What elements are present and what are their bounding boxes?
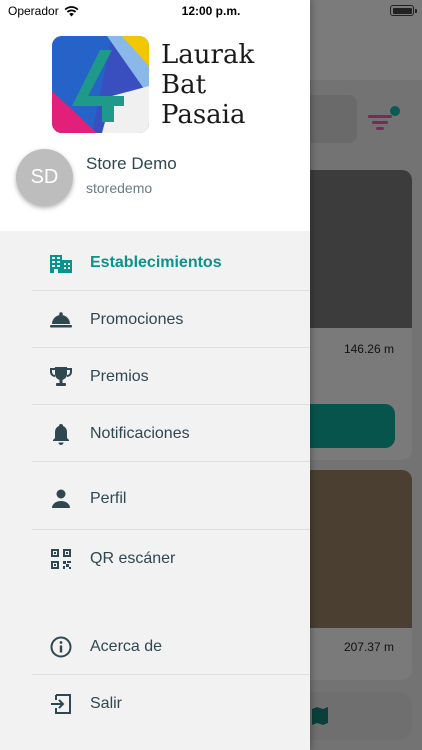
menu-item-label: Salir	[90, 695, 123, 712]
store-distance: 146.26 m	[343, 342, 394, 356]
person-icon	[50, 488, 72, 510]
menu-item-label: Premios	[90, 367, 149, 385]
menu-item-promociones[interactable]: Promociones	[32, 292, 310, 348]
logout-icon	[50, 693, 72, 715]
building-icon	[50, 252, 72, 274]
menu-item-establecimientos[interactable]: Establecimientos	[32, 235, 310, 291]
menu-item-acerca-de[interactable]: Acerca de	[32, 619, 310, 675]
user-handle: storedemo	[86, 180, 153, 196]
bell-icon	[50, 423, 72, 445]
menu-item-label: Perfil	[90, 489, 127, 507]
app-logo-text: Laurak Bat Pasaia	[161, 40, 255, 130]
qr-code-icon	[50, 548, 72, 570]
store-distance: 207.37 m	[343, 640, 394, 654]
cloche-icon	[50, 309, 72, 331]
menu-item-perfil[interactable]: Perfil	[32, 468, 310, 530]
status-time: 12:00 p.m.	[181, 4, 241, 18]
app-logo	[52, 36, 149, 133]
menu-item-label: Acerca de	[90, 637, 163, 655]
menu-item-label: Establecimientos	[90, 253, 222, 271]
map-icon	[310, 705, 330, 732]
menu-item-notificaciones[interactable]: Notificaciones	[32, 406, 310, 462]
background-store-card: 146.26 m	[300, 170, 412, 460]
avatar[interactable]: SD	[16, 149, 73, 206]
menu-item-label: Notificaciones	[90, 424, 190, 442]
menu-item-premios[interactable]: Premios	[32, 349, 310, 405]
menu-item-qr-escaner[interactable]: QR escáner	[32, 531, 310, 587]
status-bar: Operador 12:00 p.m.	[0, 0, 422, 22]
info-icon	[50, 636, 72, 658]
menu-item-salir[interactable]: Salir	[32, 676, 310, 732]
trophy-icon	[50, 366, 72, 388]
menu-item-label: Promociones	[90, 310, 184, 328]
drawer-header: Laurak Bat Pasaia SD Store Demo storedem…	[0, 0, 310, 231]
filter-icon	[366, 106, 402, 139]
user-name: Store Demo	[86, 154, 177, 173]
navigation-drawer: Laurak Bat Pasaia SD Store Demo storedem…	[0, 0, 310, 750]
background-store-card: 207.37 m	[300, 470, 412, 680]
menu-item-label: QR escáner	[90, 550, 176, 567]
battery-icon	[390, 5, 417, 16]
